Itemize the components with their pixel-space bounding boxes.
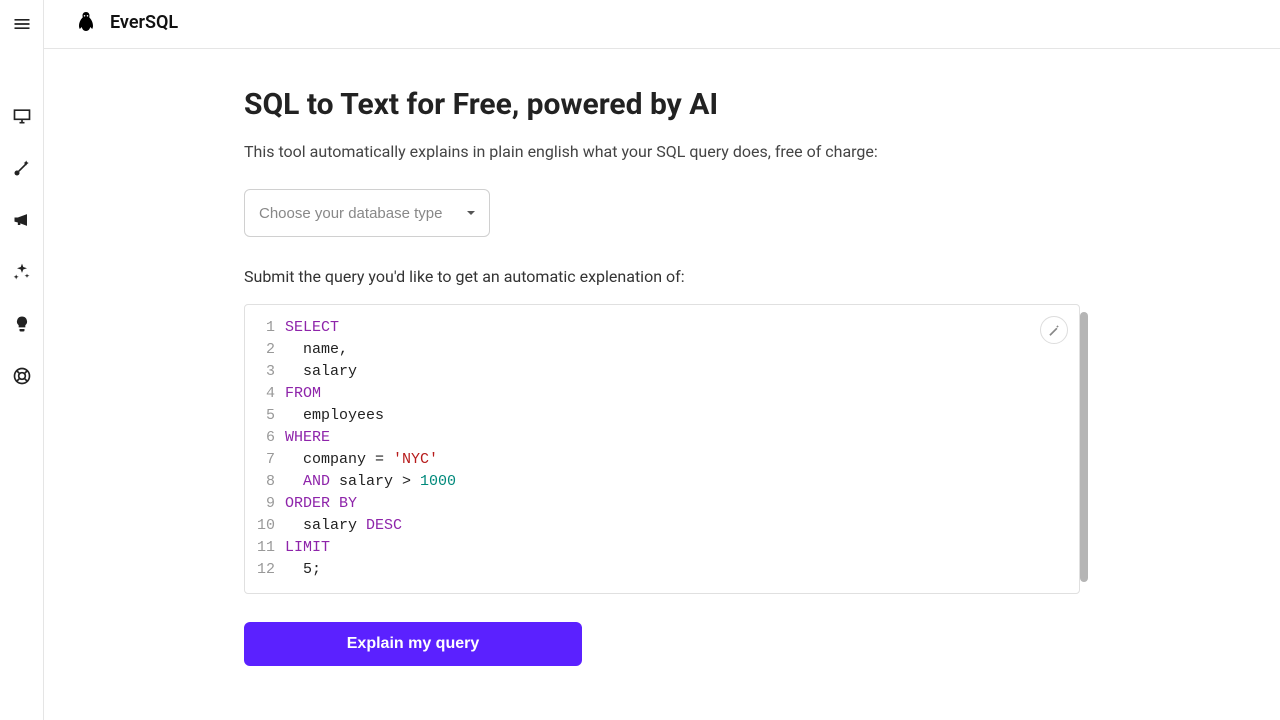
code-content[interactable]: employees xyxy=(285,405,384,427)
penguin-logo-icon xyxy=(74,10,98,34)
code-content[interactable]: AND salary > 1000 xyxy=(285,471,456,493)
code-content[interactable]: 5; xyxy=(285,559,321,581)
code-line: 1SELECT xyxy=(245,317,1079,339)
explain-query-button[interactable]: Explain my query xyxy=(244,622,582,666)
code-line: 4FROM xyxy=(245,383,1079,405)
hamburger-icon[interactable] xyxy=(12,14,32,38)
code-content[interactable]: salary DESC xyxy=(285,515,402,537)
submit-label: Submit the query you'd like to get an au… xyxy=(244,267,1080,286)
wand-icon[interactable] xyxy=(12,158,32,182)
code-content[interactable]: name, xyxy=(285,339,348,361)
sql-editor[interactable]: 1SELECT2 name,3 salary4FROM5 employees6W… xyxy=(244,304,1080,594)
code-line: 9ORDER BY xyxy=(245,493,1079,515)
line-number: 1 xyxy=(245,317,285,339)
monitor-icon[interactable] xyxy=(12,106,32,130)
code-line: 11LIMIT xyxy=(245,537,1079,559)
sparkles-icon[interactable] xyxy=(12,262,32,286)
page-title: SQL to Text for Free, powered by AI xyxy=(244,87,1080,122)
editor-scrollbar[interactable] xyxy=(1080,312,1088,582)
code-content[interactable]: ORDER BY xyxy=(285,493,357,515)
code-line: 12 5; xyxy=(245,559,1079,581)
brand-label: EverSQL xyxy=(110,12,178,33)
code-content[interactable]: WHERE xyxy=(285,427,330,449)
line-number: 11 xyxy=(245,537,285,559)
line-number: 7 xyxy=(245,449,285,471)
line-number: 6 xyxy=(245,427,285,449)
code-line: 3 salary xyxy=(245,361,1079,383)
database-type-select[interactable]: Choose your database type xyxy=(244,189,490,237)
page-subtitle: This tool automatically explains in plai… xyxy=(244,142,1080,161)
line-number: 10 xyxy=(245,515,285,537)
code-content[interactable]: company = 'NYC' xyxy=(285,449,438,471)
line-number: 8 xyxy=(245,471,285,493)
code-content[interactable]: FROM xyxy=(285,383,321,405)
code-line: 2 name, xyxy=(245,339,1079,361)
code-content[interactable]: salary xyxy=(285,361,357,383)
bulb-icon[interactable] xyxy=(12,314,32,338)
magic-wand-icon[interactable] xyxy=(1040,316,1068,344)
code-line: 8 AND salary > 1000 xyxy=(245,471,1079,493)
code-content[interactable]: LIMIT xyxy=(285,537,330,559)
megaphone-icon[interactable] xyxy=(12,210,32,234)
code-content[interactable]: SELECT xyxy=(285,317,339,339)
sidebar xyxy=(0,0,44,720)
code-line: 6WHERE xyxy=(245,427,1079,449)
line-number: 4 xyxy=(245,383,285,405)
line-number: 2 xyxy=(245,339,285,361)
code-line: 10 salary DESC xyxy=(245,515,1079,537)
line-number: 12 xyxy=(245,559,285,581)
line-number: 3 xyxy=(245,361,285,383)
header: EverSQL xyxy=(44,0,1280,49)
code-line: 5 employees xyxy=(245,405,1079,427)
code-line: 7 company = 'NYC' xyxy=(245,449,1079,471)
line-number: 9 xyxy=(245,493,285,515)
line-number: 5 xyxy=(245,405,285,427)
lifebuoy-icon[interactable] xyxy=(12,366,32,390)
